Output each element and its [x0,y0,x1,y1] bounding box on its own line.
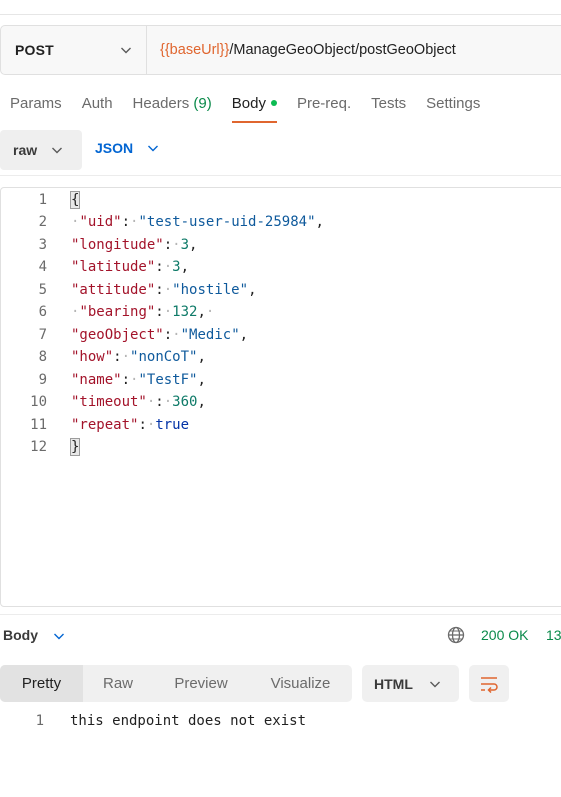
line-number: 1 [35,713,44,729]
code-line: 11 "repeat":·true [1,414,561,436]
longitude-value: 3 [180,237,190,253]
code-line: 1 { [1,189,561,211]
response-section-dropdown[interactable]: Body [3,627,38,643]
line-number: 5 [38,282,47,298]
language-dropdown[interactable]: JSON [95,140,160,156]
body-mode-dropdown[interactable]: raw [0,130,82,170]
response-view-tabs: Pretty Raw Preview Visualize [0,665,352,702]
tab-label: Params [10,95,62,112]
top-divider [0,14,561,15]
line-number: 12 [30,439,47,455]
response-format-dropdown[interactable]: HTML [362,665,459,702]
code-line: 10 "timeout"·:·360, [1,391,561,413]
line-number: 3 [38,237,47,253]
language-label: JSON [95,140,134,156]
how-value: nonCoT [138,349,190,365]
line-number: 11 [30,417,47,433]
tab-label: Body [231,95,266,112]
uid-value: test-user-uid-25984 [146,214,308,230]
body-editor[interactable]: 1 { 2 ·"uid":·"test-user-uid-25984", 3 "… [0,187,561,607]
wrap-lines-icon [481,676,498,693]
tab-tests[interactable]: Tests [371,95,406,125]
response-header: Body 200 OK 13 [0,620,561,650]
line-number: 9 [38,372,47,388]
code-line: 7 "geoObject":·"Medic", [1,324,561,346]
chevron-down-icon [121,47,131,54]
code-line: 6 ·"bearing":·132,· [1,301,561,323]
chevron-down-icon [52,147,63,154]
tab-pre-request[interactable]: Pre-req. [297,95,351,125]
status-code[interactable]: 200 OK [481,627,528,643]
tab-label: Tests [371,95,407,112]
line-number: 7 [38,327,47,343]
url-path: /ManageGeoObject/postGeoObject [229,42,456,58]
timeout-value: 360 [172,394,198,410]
body-mode-label: raw [13,142,38,158]
code-line: 4 "latitude":·3, [1,256,561,278]
chevron-down-icon [148,145,159,152]
response-output-text: this endpoint does not exist [70,713,307,729]
tab-visualize[interactable]: Visualize [249,665,352,702]
attitude-value: hostile [180,282,240,298]
line-number: 2 [38,214,47,230]
repeat-value: true [155,417,190,433]
geoobject-value: Medic [189,327,232,343]
tab-settings[interactable]: Settings [426,95,480,125]
response-time[interactable]: 13 [546,627,561,643]
bearing-value: 132 [172,304,198,320]
url-base-variable: {{baseUrl}} [160,42,230,58]
request-tabs: Params Auth Headers (9) Body Pre-req. Te… [10,95,500,125]
latitude-value: 3 [172,259,181,275]
code-line: 2 ·"uid":·"test-user-uid-25984", [1,211,561,233]
line-number: 10 [30,394,47,410]
line-number: 4 [38,259,47,275]
tab-auth[interactable]: Auth [82,95,113,125]
tab-label: Settings [426,95,481,112]
divider [0,614,561,615]
tab-pretty[interactable]: Pretty [0,665,83,702]
request-url-bar: POST {{baseUrl}}/ManageGeoObject/postGeo… [0,25,561,75]
url-input[interactable]: {{baseUrl}}/ManageGeoObject/postGeoObjec… [147,42,456,58]
divider [0,175,561,176]
method-label: POST [15,42,54,58]
chevron-down-icon [429,681,440,687]
line-number: 8 [38,349,47,365]
tab-params[interactable]: Params [10,95,62,125]
body-indicator-dot [270,100,277,106]
line-number: 1 [38,192,47,208]
tab-raw[interactable]: Raw [83,665,153,702]
tab-headers[interactable]: Headers (9) [133,95,212,125]
line-number: 6 [38,304,47,320]
code-line: 3 "longitude":·3, [1,234,561,256]
response-format-label: HTML [374,675,413,692]
code-line: 9 "name":·"TestF", [1,369,561,391]
tab-label: Headers [132,95,190,112]
wrap-lines-button[interactable] [469,665,509,702]
tab-preview[interactable]: Preview [153,665,249,702]
code-line: 5 "attitude":·"hostile", [1,279,561,301]
globe-icon[interactable] [446,625,466,645]
headers-count: (9) [193,95,212,112]
open-brace: { [69,191,81,209]
code-line: 8 "how":·"nonCoT", [1,346,561,368]
tab-label: Auth [81,95,113,112]
close-brace: } [69,438,81,456]
tab-body[interactable]: Body [231,95,278,125]
chevron-down-icon[interactable] [52,629,66,643]
name-value: TestF [146,372,190,388]
code-line: 12 } [1,436,561,458]
body-options: raw JSON [0,130,561,170]
tab-label: Pre-req. [296,95,352,112]
method-selector[interactable]: POST [1,26,147,74]
